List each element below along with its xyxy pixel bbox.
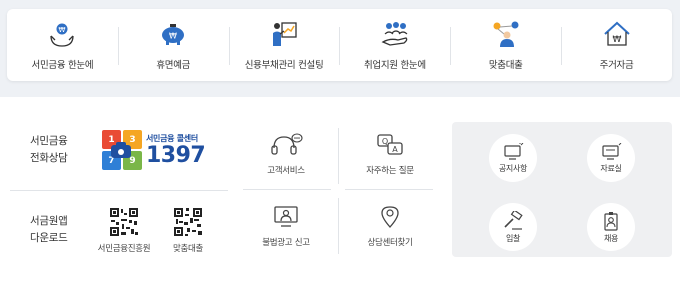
service-item-employment-support[interactable]: 취업지원 한눈에: [339, 9, 450, 81]
svg-text:Q: Q: [382, 137, 388, 146]
divider: [10, 190, 228, 191]
service-item-seomin-overview[interactable]: ₩ 서민금융 한눈에: [7, 9, 118, 81]
app-download-title: 서금원앱 다운로드: [30, 215, 68, 244]
phone-consult-row: 서민금융 전화상담 1 3 7 9 서민금융 콜센터 1397: [10, 115, 228, 185]
callcenter-number: 1397: [146, 142, 206, 168]
quick-links: 고객서비스 Q A 자주하는 질문 불법광고 신고 상담센터찾기: [235, 120, 440, 260]
notice-link-label: 입찰: [505, 233, 521, 243]
consultant-board-icon: [267, 19, 301, 49]
service-label: 취업지원 한눈에: [363, 60, 426, 71]
service-item-credit-consulting[interactable]: 신용부채관리 컨설팅: [228, 9, 340, 81]
person-network-icon: [489, 19, 523, 49]
service-label: 서민금융 한눈에: [31, 60, 94, 71]
callcenter-logo: 1 3 7 9: [102, 130, 142, 170]
service-label: 휴면예금: [156, 60, 191, 71]
contact-section: 서민금융 전화상담 1 3 7 9 서민금융 콜센터 1397 서금원앱 다운로…: [10, 115, 228, 255]
notice-link-label: 공지사항: [498, 163, 528, 173]
service-menu: ₩ 서민금융 한눈에 ₩ 휴면예금 신용부채관리 컨설팅 취업지원 한눈에 맞춤…: [7, 9, 672, 81]
notice-monitor-icon: [504, 142, 524, 160]
location-pin-icon: [381, 206, 399, 228]
svg-text:₩: ₩: [612, 35, 621, 45]
archive-monitor-icon: [602, 142, 622, 160]
svg-text:A: A: [392, 145, 398, 154]
qr-code-icon: [173, 206, 203, 237]
divider: [345, 189, 433, 190]
qa-bubble-icon: Q A: [377, 134, 403, 155]
piggy-bank-icon: ₩: [156, 19, 190, 49]
phone-icon: [111, 142, 131, 158]
notice-link-archive[interactable]: 자료실: [587, 134, 635, 182]
id-badge-icon: [604, 211, 618, 231]
notice-link-label: 자료실: [600, 163, 622, 173]
quick-link-label: 상담센터찾기: [367, 238, 413, 248]
svg-text:₩: ₩: [169, 32, 177, 41]
quick-link-find-center[interactable]: 상담센터찾기: [339, 192, 441, 260]
app-qr-custom-loan[interactable]: 맞춤대출: [162, 206, 214, 254]
app-download-row: 서금원앱 다운로드 서민금융진흥원 맞춤대출: [10, 195, 228, 265]
service-item-dormant-deposit[interactable]: ₩ 휴면예금: [117, 9, 229, 81]
service-label: 주거자금: [599, 60, 634, 71]
quick-link-faq[interactable]: Q A 자주하는 질문: [339, 120, 441, 188]
service-label: 신용부채관리 컨설팅: [244, 60, 324, 71]
quick-link-label: 자주하는 질문: [366, 166, 414, 176]
headset-chat-icon: [271, 133, 303, 155]
app-qr-kinfa[interactable]: 서민금융진흥원: [97, 206, 151, 254]
notice-panel: 공지사항 자료실 입찰 채용: [452, 122, 672, 257]
house-won-icon: ₩: [600, 19, 634, 49]
svg-text:₩: ₩: [59, 26, 66, 34]
service-item-housing-fund[interactable]: ₩ 주거자금: [561, 9, 672, 81]
divider: [243, 189, 331, 190]
phone-consult-title: 서민금융 전화상담: [30, 135, 68, 164]
hands-coin-icon: ₩: [45, 19, 79, 49]
people-hand-icon: [378, 19, 412, 49]
qr-label: 맞춤대출: [172, 243, 204, 254]
notice-link-announcements[interactable]: 공지사항: [489, 134, 537, 182]
quick-link-label: 불법광고 신고: [262, 238, 310, 248]
monitor-person-icon: [274, 206, 298, 227]
notice-link-label: 채용: [603, 233, 619, 243]
notice-link-recruitment[interactable]: 채용: [587, 203, 635, 251]
quick-link-customer-service[interactable]: 고객서비스: [235, 120, 337, 188]
gavel-icon: [504, 210, 523, 230]
callcenter-banner[interactable]: 1 3 7 9 서민금융 콜센터 1397: [102, 130, 206, 170]
service-item-custom-loan[interactable]: 맞춤대출: [450, 9, 561, 81]
qr-label: 서민금융진흥원: [97, 243, 151, 254]
notice-link-bidding[interactable]: 입찰: [489, 203, 537, 251]
qr-code-icon: [109, 206, 139, 237]
service-label: 맞춤대출: [488, 60, 523, 71]
quick-link-label: 고객서비스: [267, 166, 305, 176]
callcenter-sub: 서민금융 콜센터: [146, 133, 198, 143]
quick-link-illegal-ad-report[interactable]: 불법광고 신고: [235, 192, 337, 260]
